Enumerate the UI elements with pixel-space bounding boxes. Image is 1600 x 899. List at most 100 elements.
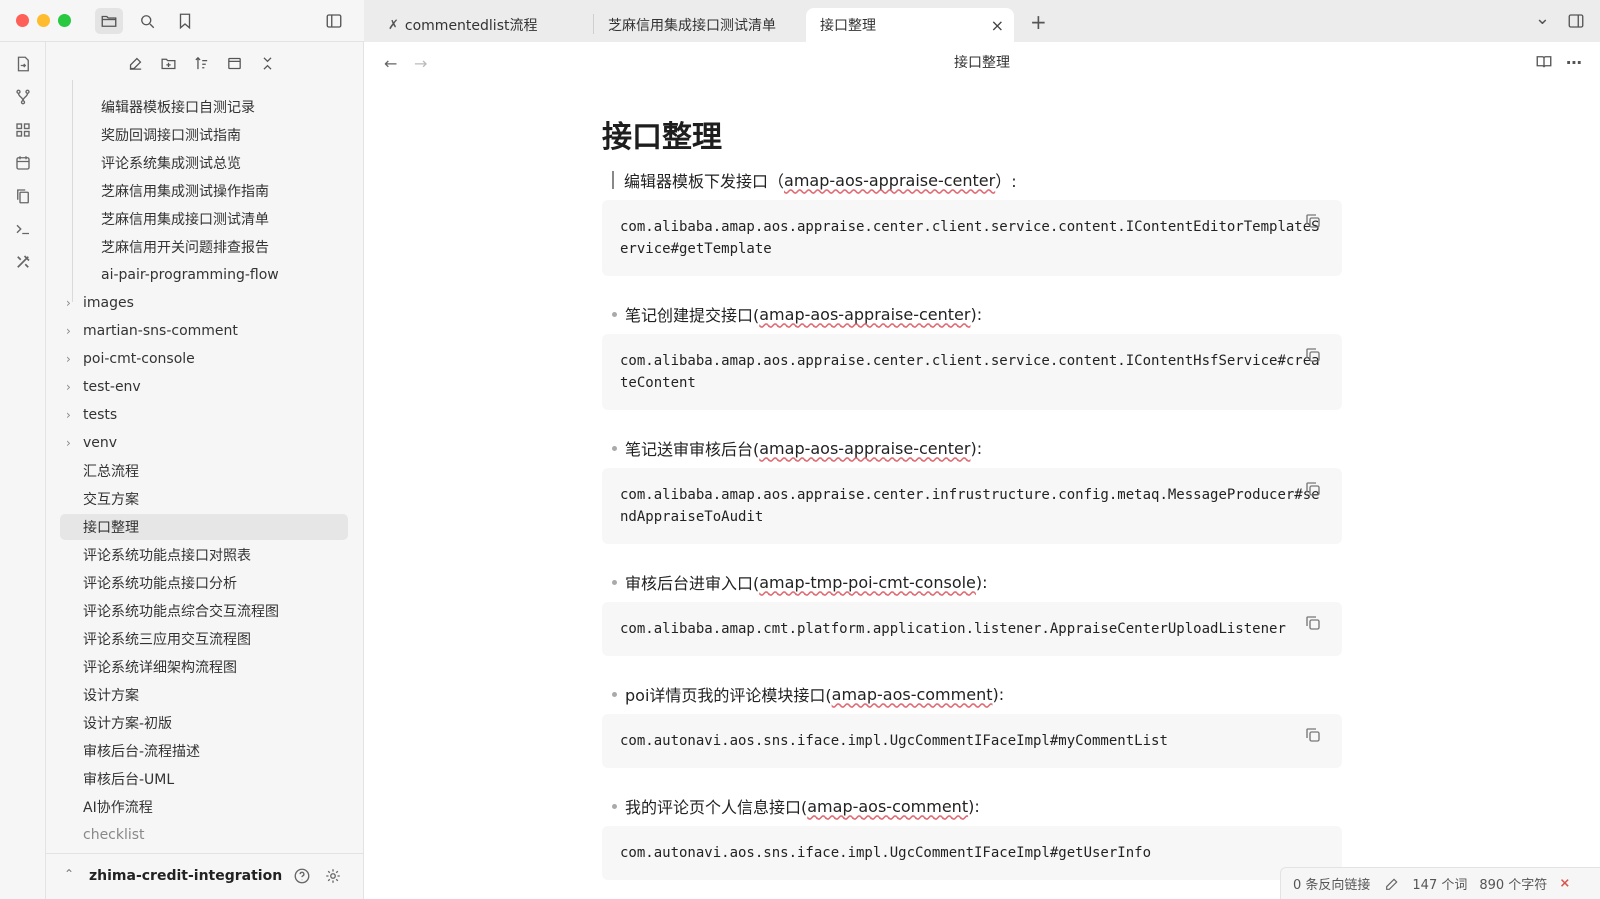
tree-item-design-plan[interactable]: 设计方案 bbox=[83, 682, 139, 708]
tree-item-reward-callback-guide[interactable]: 奖励回调接口测试指南 bbox=[101, 122, 241, 148]
tab-label: 芝麻信用集成接口测试清单 bbox=[608, 18, 776, 34]
list-item[interactable]: 笔记送审审核后台(amap-aos-appraise-center): bbox=[612, 434, 1352, 462]
file-explorer-button[interactable] bbox=[95, 8, 123, 34]
open-quick-switcher-button[interactable] bbox=[13, 54, 33, 74]
tab-bar: ✗ commentedlist流程 芝麻信用集成接口测试清单 接口整理 × + … bbox=[364, 0, 1600, 42]
vault-switch-chevron-icon[interactable]: ⌃ bbox=[64, 867, 74, 881]
list-item[interactable]: 我的评论页个人信息接口(amap-aos-comment): bbox=[612, 792, 1352, 820]
tree-item-label: 评论系统功能点接口分析 bbox=[83, 576, 237, 592]
char-count: 890 个字符 bbox=[1479, 878, 1548, 893]
tree-folder-poi-cmt-console[interactable]: › poi-cmt-console bbox=[46, 346, 346, 372]
tree-item-feature-interface-table[interactable]: 评论系统功能点接口对照表 bbox=[83, 542, 251, 568]
pencil-icon[interactable] bbox=[1384, 876, 1400, 892]
entry-prefix: 笔记送审审核后台( bbox=[625, 440, 760, 459]
tree-item-label: 汇总流程 bbox=[83, 464, 139, 480]
tab-commentedlist[interactable]: ✗ commentedlist流程 bbox=[374, 8, 584, 42]
explorer-toolbar bbox=[46, 50, 363, 78]
new-tab-button[interactable]: + bbox=[1030, 10, 1047, 34]
copy-files-icon bbox=[17, 189, 29, 204]
copy-icon[interactable] bbox=[1304, 480, 1324, 500]
entry-service: amap-aos-appraise-center bbox=[784, 170, 996, 190]
code-text: com.alibaba.amap.cmt.platform.applicatio… bbox=[620, 621, 1286, 637]
code-block[interactable]: com.alibaba.amap.cmt.platform.applicatio… bbox=[602, 602, 1342, 656]
book-open-icon bbox=[1536, 56, 1552, 68]
tree-item-interaction-plan[interactable]: 交互方案 bbox=[83, 486, 139, 512]
canvas-button[interactable] bbox=[13, 120, 33, 140]
tree-item-audit-flow-desc[interactable]: 审核后台-流程描述 bbox=[83, 738, 200, 764]
entry-suffix: ): bbox=[992, 684, 1005, 704]
tree-item-feature-interface-analysis[interactable]: 评论系统功能点接口分析 bbox=[83, 570, 237, 596]
tree-item-checklist[interactable]: checklist bbox=[83, 822, 145, 848]
more-options-icon[interactable]: ⋯ bbox=[1564, 52, 1584, 72]
reading-view-button[interactable] bbox=[1534, 52, 1554, 72]
interface-entry: 编辑器模板下发接口（ amap-aos-appraise-center）: com… bbox=[602, 166, 1352, 276]
tree-item-label: 评论系统集成测试总览 bbox=[101, 156, 241, 172]
tree-item-ai-collab-flow[interactable]: AI协作流程 bbox=[83, 794, 153, 820]
copy-icon[interactable] bbox=[1304, 346, 1324, 366]
entry-prefix: 我的评论页个人信息接口( bbox=[625, 798, 808, 817]
tree-folder-tests[interactable]: › tests bbox=[46, 402, 346, 428]
help-button[interactable] bbox=[292, 866, 312, 886]
new-note-button[interactable] bbox=[122, 50, 148, 76]
tab-zhima-test-list[interactable]: 芝麻信用集成接口测试清单 bbox=[594, 8, 794, 42]
document-title[interactable]: 接口整理 bbox=[364, 52, 1600, 72]
graph-view-button[interactable] bbox=[13, 87, 33, 107]
tree-item-zhima-switch-report[interactable]: 芝麻信用开关问题排查报告 bbox=[101, 234, 269, 260]
code-block[interactable]: com.autonavi.aos.sns.iface.impl.UgcComme… bbox=[602, 826, 1342, 880]
command-palette-button[interactable] bbox=[13, 219, 33, 239]
tree-item-interface-summary[interactable]: 接口整理 bbox=[60, 514, 348, 540]
tree-item-label: martian-sns-comment bbox=[83, 323, 238, 339]
minimize-window-button[interactable] bbox=[37, 14, 50, 27]
auto-reveal-button[interactable] bbox=[221, 50, 247, 76]
list-item[interactable]: poi详情页我的评论模块接口(amap-aos-comment): bbox=[612, 680, 1352, 708]
close-tab-icon[interactable]: × bbox=[991, 16, 1004, 35]
list-item[interactable]: 笔记创建提交接口(amap-aos-appraise-center): bbox=[612, 300, 1352, 328]
settings-button[interactable] bbox=[323, 866, 343, 886]
tree-folder-images[interactable]: › images bbox=[46, 290, 346, 316]
tab-interface-summary[interactable]: 接口整理 × bbox=[806, 8, 1014, 42]
toggle-sidebar-button[interactable] bbox=[320, 8, 348, 34]
templates-button[interactable] bbox=[13, 186, 33, 206]
tree-item-feature-interaction-flowchart[interactable]: 评论系统功能点综合交互流程图 bbox=[83, 598, 279, 624]
backlinks-count[interactable]: 0 条反向链接 bbox=[1293, 874, 1370, 893]
toggle-right-sidebar-button[interactable] bbox=[1562, 8, 1590, 34]
code-block[interactable]: com.alibaba.amap.aos.appraise.center.cli… bbox=[602, 334, 1342, 410]
zoom-window-button[interactable] bbox=[58, 14, 71, 27]
tree-item-summary-flow[interactable]: 汇总流程 bbox=[83, 458, 139, 484]
code-block[interactable]: com.alibaba.amap.aos.appraise.center.inf… bbox=[602, 468, 1342, 544]
list-item[interactable]: 编辑器模板下发接口（ amap-aos-appraise-center）: bbox=[612, 166, 1352, 194]
new-folder-button[interactable] bbox=[155, 50, 181, 76]
daily-note-button[interactable] bbox=[13, 153, 33, 173]
search-button[interactable] bbox=[133, 8, 161, 34]
tree-item-three-app-flowchart[interactable]: 评论系统三应用交互流程图 bbox=[83, 626, 251, 652]
tools-button[interactable] bbox=[13, 252, 33, 272]
tree-item-design-plan-draft[interactable]: 设计方案-初版 bbox=[83, 710, 172, 736]
tab-list-chevron-icon[interactable]: ⌄ bbox=[1535, 8, 1550, 29]
tree-item-label: test-env bbox=[83, 379, 141, 395]
bookmarks-button[interactable] bbox=[171, 8, 199, 34]
copy-icon[interactable] bbox=[1304, 614, 1324, 634]
sync-error-icon[interactable]: ⨯ bbox=[1559, 876, 1570, 891]
tree-item-zhima-operation-guide[interactable]: 芝麻信用集成测试操作指南 bbox=[101, 178, 269, 204]
code-block[interactable]: com.autonavi.aos.sns.iface.impl.UgcComme… bbox=[602, 714, 1342, 768]
copy-icon[interactable] bbox=[1304, 726, 1324, 746]
copy-icon[interactable] bbox=[1304, 212, 1324, 232]
vault-name[interactable]: zhima-credit-integration bbox=[89, 868, 282, 884]
code-block[interactable]: com.alibaba.amap.aos.appraise.center.cli… bbox=[602, 200, 1342, 276]
code-text: com.alibaba.amap.aos.appraise.center.cli… bbox=[620, 219, 1320, 257]
tree-item-zhima-test-list[interactable]: 芝麻信用集成接口测试清单 bbox=[101, 206, 269, 232]
tree-folder-test-env[interactable]: › test-env bbox=[46, 374, 346, 400]
tree-item-audit-uml[interactable]: 审核后台-UML bbox=[83, 766, 174, 792]
tree-item-ai-pair-programming-flow[interactable]: ai-pair-programming-flow bbox=[101, 262, 279, 288]
entry-suffix: ）: bbox=[995, 172, 1017, 191]
list-item[interactable]: 审核后台进审入口(amap-tmp-poi-cmt-console): bbox=[612, 568, 1352, 596]
collapse-all-button[interactable] bbox=[254, 50, 280, 76]
tree-folder-venv[interactable]: › venv bbox=[46, 430, 346, 456]
tree-item-comment-integration-overview[interactable]: 评论系统集成测试总览 bbox=[101, 150, 241, 176]
tree-item-editor-template-record[interactable]: 编辑器模板接口自测记录 bbox=[101, 94, 255, 120]
tree-item-architecture-flowchart[interactable]: 评论系统详细架构流程图 bbox=[83, 654, 237, 680]
tree-folder-martian-sns-comment[interactable]: › martian-sns-comment bbox=[46, 318, 346, 344]
code-text: com.autonavi.aos.sns.iface.impl.UgcComme… bbox=[620, 845, 1152, 861]
close-window-button[interactable] bbox=[16, 14, 29, 27]
sort-button[interactable] bbox=[188, 50, 214, 76]
